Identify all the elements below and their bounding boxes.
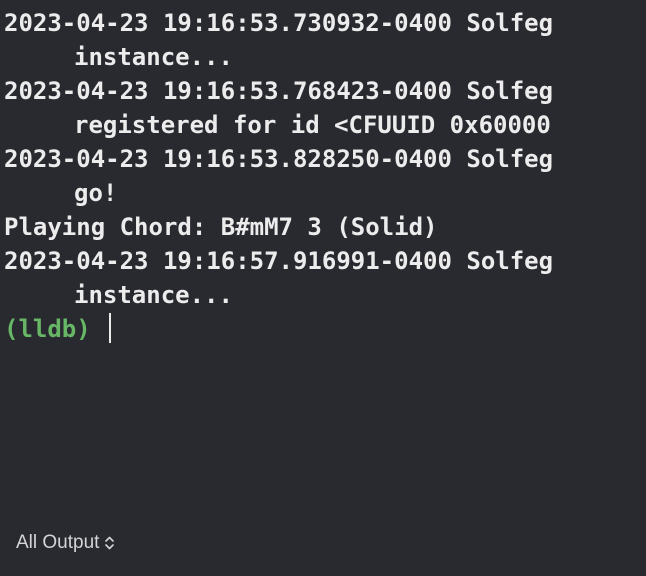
log-line-continuation: go! [74, 179, 118, 207]
lldb-prompt-line[interactable]: (lldb) [4, 312, 646, 346]
log-line-continuation: instance... [74, 281, 233, 309]
output-scope-label: All Output [16, 532, 100, 553]
log-line: 2023-04-23 19:16:53.730932-0400 Solfeg [4, 9, 554, 37]
log-line: 2023-04-23 19:16:57.916991-0400 Solfeg [4, 247, 554, 275]
log-line-continuation: registered for id <CFUUID 0x60000 [74, 111, 551, 139]
console-footer: All Output [0, 520, 646, 576]
text-cursor [108, 313, 111, 343]
output-scope-selector[interactable]: All Output [16, 532, 115, 554]
log-line-continuation: instance... [74, 43, 233, 71]
debug-console: 2023-04-23 19:16:53.730932-0400 Solfeg i… [0, 0, 646, 576]
chevron-up-down-icon [105, 535, 115, 551]
log-line: Playing Chord: B#mM7 3 (Solid) [4, 213, 438, 241]
log-line: 2023-04-23 19:16:53.828250-0400 Solfeg [4, 145, 554, 173]
console-output[interactable]: 2023-04-23 19:16:53.730932-0400 Solfeg i… [0, 0, 646, 520]
log-line: 2023-04-23 19:16:53.768423-0400 Solfeg [4, 77, 554, 105]
lldb-prompt: (lldb) [4, 315, 91, 343]
